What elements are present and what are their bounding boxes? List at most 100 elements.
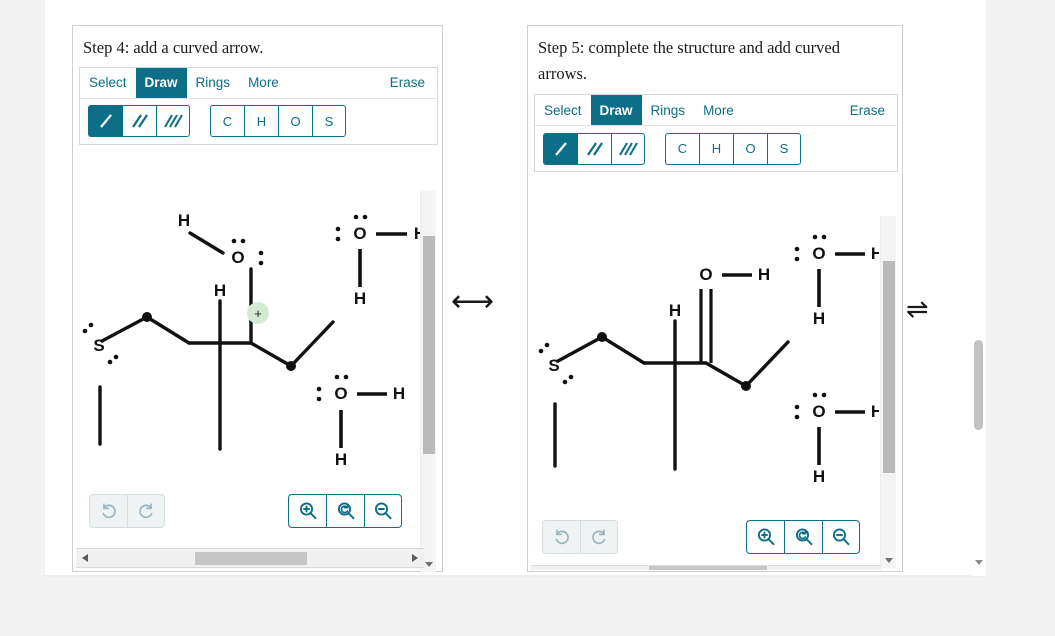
vertex-dot bbox=[741, 381, 751, 391]
page-title-step4: Step 4: add a curved arrow. bbox=[83, 38, 264, 57]
vertex-dot bbox=[597, 332, 607, 342]
triple-bond-icon[interactable] bbox=[611, 132, 645, 165]
single-bond-icon[interactable] bbox=[543, 132, 577, 165]
editor-panel-step5: Step 5: complete the structure and add c… bbox=[527, 25, 903, 572]
atom-label-h: H bbox=[335, 450, 347, 469]
atom-label-h: H bbox=[813, 467, 825, 486]
tab-rings[interactable]: Rings bbox=[187, 68, 240, 98]
toolbar-tabs-step4: Select Draw Rings More Erase bbox=[80, 67, 437, 99]
page-root: Step 4: add a curved arrow. Select Draw … bbox=[0, 0, 1055, 636]
single-bond-icon[interactable] bbox=[88, 105, 122, 138]
zoom-reset-button[interactable] bbox=[326, 494, 364, 528]
element-c-button[interactable]: C bbox=[210, 105, 244, 138]
element-group: C H O S bbox=[665, 132, 801, 165]
molecule-canvas-step5[interactable]: S H O H O H H O H H bbox=[534, 216, 879, 531]
tab-select[interactable]: Select bbox=[535, 95, 591, 125]
scrollbar-thumb bbox=[649, 566, 767, 570]
canvas-vertical-scrollbar-step5[interactable] bbox=[880, 216, 896, 568]
toolbar-step5: Select Draw Rings More Erase C H O S bbox=[534, 94, 898, 173]
scrollbar-thumb bbox=[423, 236, 435, 454]
vertex-dot bbox=[286, 361, 296, 371]
redo-button[interactable] bbox=[127, 494, 165, 528]
atom-label-h: H bbox=[393, 384, 405, 403]
element-h-button[interactable]: H bbox=[244, 105, 278, 138]
element-s-button[interactable]: S bbox=[312, 105, 346, 138]
molecule-drawing-step4: + S H O H O H H O H H bbox=[82, 211, 420, 469]
chevron-down-icon bbox=[885, 558, 893, 563]
atom-label-h: H bbox=[871, 244, 879, 263]
molecule-drawing-step5: S H O H O H H O H H bbox=[538, 234, 879, 486]
element-o-button[interactable]: O bbox=[733, 132, 767, 165]
lone-pair-dots bbox=[82, 214, 368, 402]
element-h-button[interactable]: H bbox=[699, 132, 733, 165]
atom-label-h: H bbox=[669, 301, 681, 320]
atom-label-s: S bbox=[93, 336, 104, 355]
atom-label-o: O bbox=[812, 244, 825, 263]
atom-label-h: H bbox=[758, 265, 770, 284]
atom-label-o: O bbox=[812, 402, 825, 421]
history-buttons-step4 bbox=[89, 494, 165, 528]
editor-panel-step4: Step 4: add a curved arrow. Select Draw … bbox=[72, 25, 443, 572]
zoom-reset-button[interactable] bbox=[784, 520, 822, 554]
undo-button[interactable] bbox=[89, 494, 127, 528]
tab-erase[interactable]: Erase bbox=[841, 95, 897, 125]
tab-more[interactable]: More bbox=[694, 95, 743, 125]
document-shadow bbox=[45, 575, 986, 577]
vertex-dot bbox=[142, 312, 152, 322]
element-s-button[interactable]: S bbox=[767, 132, 801, 165]
charge-badge-plus: + bbox=[254, 306, 262, 321]
triple-bond-icon[interactable] bbox=[156, 105, 190, 138]
tab-more[interactable]: More bbox=[239, 68, 288, 98]
equilibrium-arrow-icon: ⇌ bbox=[906, 294, 929, 325]
history-buttons-step5 bbox=[542, 520, 618, 554]
atom-label-h: H bbox=[354, 289, 366, 308]
tab-rings[interactable]: Rings bbox=[642, 95, 695, 125]
tab-draw[interactable]: Draw bbox=[135, 67, 187, 98]
chevron-left-icon bbox=[82, 554, 88, 562]
chevron-down-icon bbox=[425, 562, 433, 567]
scrollbar-thumb bbox=[974, 340, 983, 430]
atom-label-o: O bbox=[231, 248, 244, 267]
atom-label-o: O bbox=[334, 384, 347, 403]
scrollbar-thumb bbox=[883, 261, 895, 473]
element-group: C H O S bbox=[210, 105, 346, 138]
canvas-horizontal-scrollbar-step5[interactable] bbox=[531, 565, 881, 570]
zoom-in-button[interactable] bbox=[288, 494, 326, 528]
canvas-vertical-scrollbar-step4[interactable] bbox=[420, 191, 436, 548]
double-bond-icon[interactable] bbox=[122, 105, 156, 138]
undo-button[interactable] bbox=[542, 520, 580, 554]
toolbar-tools-step4: C H O S bbox=[80, 99, 437, 144]
atom-label-h: H bbox=[214, 281, 226, 300]
tab-draw[interactable]: Draw bbox=[590, 95, 642, 126]
zoom-out-button[interactable] bbox=[822, 520, 860, 554]
chevron-right-icon bbox=[412, 554, 418, 562]
zoom-buttons-step4 bbox=[288, 494, 402, 528]
atom-label-o: O bbox=[699, 265, 712, 284]
page-title-step5: Step 5: complete the structure and add c… bbox=[538, 38, 840, 83]
redo-button[interactable] bbox=[580, 520, 618, 554]
element-o-button[interactable]: O bbox=[278, 105, 312, 138]
atom-label-o: O bbox=[353, 224, 366, 243]
double-bond-icon[interactable] bbox=[577, 132, 611, 165]
toolbar-step4: Select Draw Rings More Erase C H O S bbox=[79, 66, 438, 145]
chevron-down-icon bbox=[975, 560, 983, 565]
element-c-button[interactable]: C bbox=[665, 132, 699, 165]
scrollbar-thumb bbox=[195, 552, 307, 565]
bond-order-group bbox=[88, 105, 190, 138]
atom-label-h: H bbox=[178, 211, 190, 230]
bond-order-group bbox=[543, 132, 645, 165]
page-vertical-scrollbar[interactable] bbox=[971, 0, 986, 576]
atom-label-h: H bbox=[813, 309, 825, 328]
tab-erase[interactable]: Erase bbox=[381, 68, 437, 98]
zoom-out-button[interactable] bbox=[364, 494, 402, 528]
lone-pair-dots bbox=[538, 234, 827, 420]
toolbar-tools-step5: C H O S bbox=[535, 126, 897, 171]
resonance-arrow-icon: ⟷ bbox=[451, 284, 495, 319]
atom-label-h: H bbox=[871, 402, 879, 421]
toolbar-tabs-step5: Select Draw Rings More Erase bbox=[535, 95, 897, 127]
tab-select[interactable]: Select bbox=[80, 68, 136, 98]
molecule-canvas-step4[interactable]: + S H O H O H H O H H bbox=[79, 191, 420, 506]
atom-label-s: S bbox=[548, 356, 559, 375]
zoom-in-button[interactable] bbox=[746, 520, 784, 554]
canvas-horizontal-scrollbar-step4[interactable] bbox=[76, 548, 424, 568]
